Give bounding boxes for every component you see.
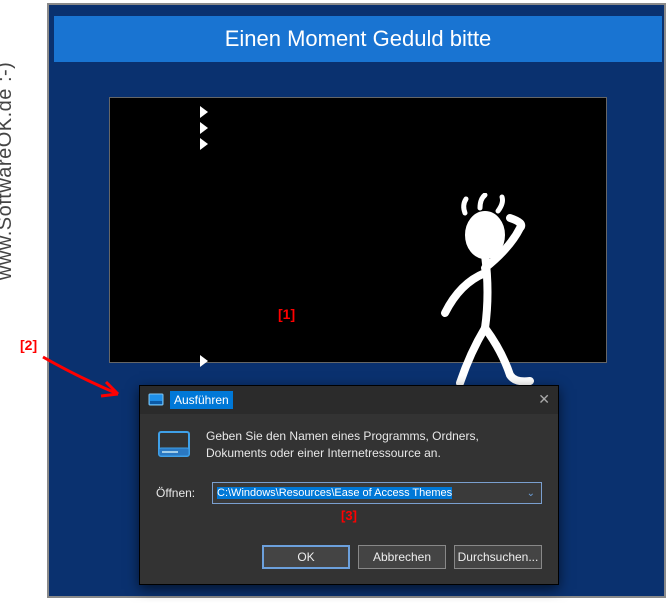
arrow-icon (38, 352, 138, 412)
triangle-column (200, 106, 212, 371)
close-icon[interactable]: ✕ (538, 391, 550, 408)
run-program-icon (156, 428, 192, 464)
open-combobox[interactable]: C:\Windows\Resources\Ease of Access Them… (212, 482, 542, 504)
watermark-text: www.SoftwareOK.de :-) (0, 62, 17, 280)
cancel-button[interactable]: Abbrechen (358, 545, 446, 569)
chevron-down-icon[interactable]: ⌄ (523, 488, 539, 499)
run-dialog: Ausführen ✕ Geben Sie den Namen eines Pr… (139, 385, 559, 585)
play-triangle-icon (200, 355, 208, 367)
open-label: Öffnen: (156, 486, 202, 500)
ok-button[interactable]: OK (262, 545, 350, 569)
main-frame: Einen Moment Geduld bitte [1] (47, 3, 666, 598)
banner-title: Einen Moment Geduld bitte (225, 26, 492, 52)
stick-figure-icon (390, 193, 590, 393)
browse-button[interactable]: Durchsuchen... (454, 545, 542, 569)
marker-2: [2] (20, 337, 37, 353)
play-triangle-icon (200, 122, 208, 134)
run-icon (148, 392, 164, 408)
title-bar[interactable]: Ausführen ✕ (140, 386, 558, 414)
instruction-text: Geben Sie den Namen eines Programms, Ord… (206, 428, 542, 462)
marker-3: [3] (156, 508, 542, 523)
play-triangle-icon (200, 106, 208, 118)
dialog-title: Ausführen (170, 391, 233, 409)
black-area: [1] (109, 97, 607, 363)
play-triangle-icon (200, 138, 208, 150)
open-field-value[interactable]: C:\Windows\Resources\Ease of Access Them… (217, 487, 523, 499)
marker-1: [1] (278, 306, 295, 322)
banner: Einen Moment Geduld bitte (54, 16, 662, 62)
